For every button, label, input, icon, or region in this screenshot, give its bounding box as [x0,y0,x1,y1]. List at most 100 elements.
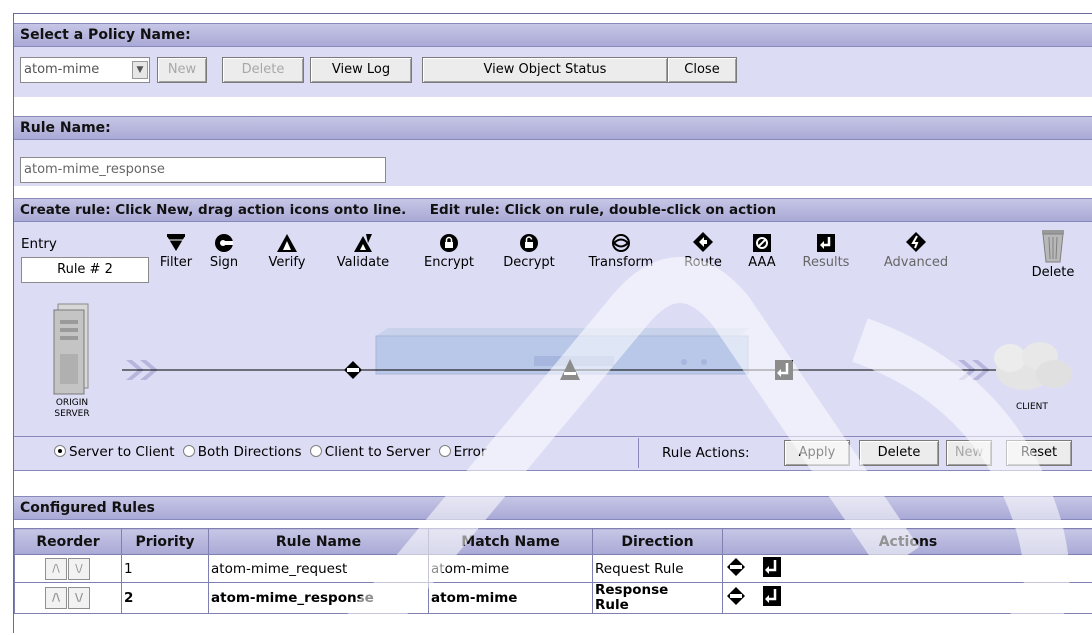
aaa-icon [742,229,782,253]
origin-server-label: ORIGIN SERVER [50,398,94,420]
reorder-cell: /\ \/ [14,554,122,583]
rule-diagram [53,303,1072,395]
policy-select[interactable]: atom-mime ▼ [20,57,150,83]
validate-icon [328,229,398,253]
chevron-down-icon[interactable]: ▼ [132,61,148,79]
direction-radio-group: Server to Client Both Directions Client … [54,444,486,460]
tool-transform[interactable]: Transform [576,229,666,270]
move-up-icon[interactable]: /\ [45,557,67,580]
client-cloud-icon [994,342,1072,390]
divider [638,438,639,468]
column-header: Actions [722,528,1092,555]
radio-label: Both Directions [197,444,302,460]
actions-cell [722,554,1092,583]
tool-route[interactable]: Route [678,229,728,270]
actions-icons [727,556,781,577]
match-name-cell: atom-mime [428,582,593,614]
filter-action-icon[interactable] [344,361,362,379]
radio-label: Client to Server [324,444,431,460]
column-header: Rule Name [208,528,429,555]
tool-encrypt[interactable]: Encrypt [414,229,484,270]
radio-client-to-server[interactable] [309,445,322,457]
policy-select-value: atom-mime [24,62,100,77]
configured-rules-table: Reorder Priority Rule Name Match Name Di… [14,528,1092,614]
sign-icon [207,229,241,253]
delete-rule-button[interactable]: Delete [859,440,939,466]
divider [14,470,1092,471]
filter-action-icon[interactable] [727,557,745,576]
tool-advanced[interactable]: Advanced [874,229,958,270]
direction-cell: Request Rule [592,554,723,583]
table-row[interactable]: /\ \/ 1 atom-mime_request atom-mime Reque… [14,554,1092,583]
apply-button[interactable]: Apply [784,440,850,466]
results-icon[interactable] [763,556,781,577]
tool-label: Encrypt [424,255,474,270]
tool-label: Decrypt [503,255,555,270]
tool-label: Verify [268,255,306,270]
actions-icons [727,586,781,606]
entry-label: Entry [21,236,57,252]
divider [14,436,1092,437]
spacer [14,97,1092,115]
match-name-cell: atom-mime [428,554,593,583]
configured-rules-header: Configured Rules [14,496,1092,520]
trash-icon [1024,227,1082,263]
reset-button[interactable]: Reset [1006,440,1072,466]
origin-server-icon [53,303,89,395]
view-log-button[interactable]: View Log [310,57,412,83]
tool-label: Transform [588,255,654,270]
new-rule-button[interactable]: New [946,440,992,466]
tool-label: Route [684,255,722,270]
lock-open-icon [494,229,564,253]
move-up-icon[interactable]: /\ [45,587,67,609]
rule-name-cell[interactable]: atom-mime_response [208,582,429,614]
policy-section-header: Select a Policy Name: [14,23,1092,47]
results-action-icon[interactable] [775,360,793,380]
tool-filter[interactable]: Filter [154,229,198,270]
direction-cell: Response Rule [592,582,723,614]
transform-icon [576,229,666,253]
tool-validate[interactable]: Validate [328,229,398,270]
tool-label: Results [802,255,850,270]
tool-sign[interactable]: Sign [207,229,241,270]
tool-label: Sign [209,255,239,270]
origin-label-line1: ORIGIN [55,398,89,408]
tool-results[interactable]: Results [793,229,859,270]
tool-delete[interactable]: Delete [1024,227,1082,280]
table-row[interactable]: /\ \/ 2 atom-mime_response atom-mime Resp… [14,582,1092,614]
priority-cell: 1 [121,554,209,583]
tool-decrypt[interactable]: Decrypt [494,229,564,270]
rule-name-cell[interactable]: atom-mime_request [208,554,429,583]
direction-line: Rule [595,597,629,613]
move-down-icon[interactable]: \/ [68,587,90,609]
direction-line: Response [595,582,669,598]
view-object-status-button[interactable]: View Object Status [422,57,668,83]
advanced-icon [874,229,958,253]
delete-policy-button[interactable]: Delete [222,57,304,83]
move-down-icon[interactable]: \/ [68,557,90,580]
rule-name-section-header: Rule Name: [14,116,1092,140]
new-policy-button[interactable]: New [157,57,207,83]
tool-verify[interactable]: Verify [260,229,314,270]
policy-editor: Select a Policy Name: atom-mime ▼ New De… [13,13,1092,633]
origin-label-line2: SERVER [54,409,90,419]
entry-rule-number: Rule # 2 [21,257,149,283]
tool-label: Delete [1031,265,1075,280]
column-header: Priority [121,528,209,555]
radio-server-to-client[interactable] [54,445,66,457]
column-header: Direction [592,528,723,555]
tool-aaa[interactable]: AAA [742,229,782,270]
radio-error[interactable] [438,445,451,457]
radio-both-directions[interactable] [182,445,195,457]
table-header-row: Reorder Priority Rule Name Match Name Di… [14,528,1092,555]
tool-label: Validate [336,255,390,270]
close-button[interactable]: Close [667,57,737,83]
column-header: Reorder [14,528,122,555]
filter-action-icon[interactable] [727,587,745,605]
priority-cell: 2 [121,582,209,614]
verify-icon [260,229,314,253]
client-label: CLIENT [1016,402,1048,412]
filter-icon [154,229,198,253]
rule-name-input[interactable]: atom-mime_response [20,157,386,183]
results-icon[interactable] [763,586,781,606]
